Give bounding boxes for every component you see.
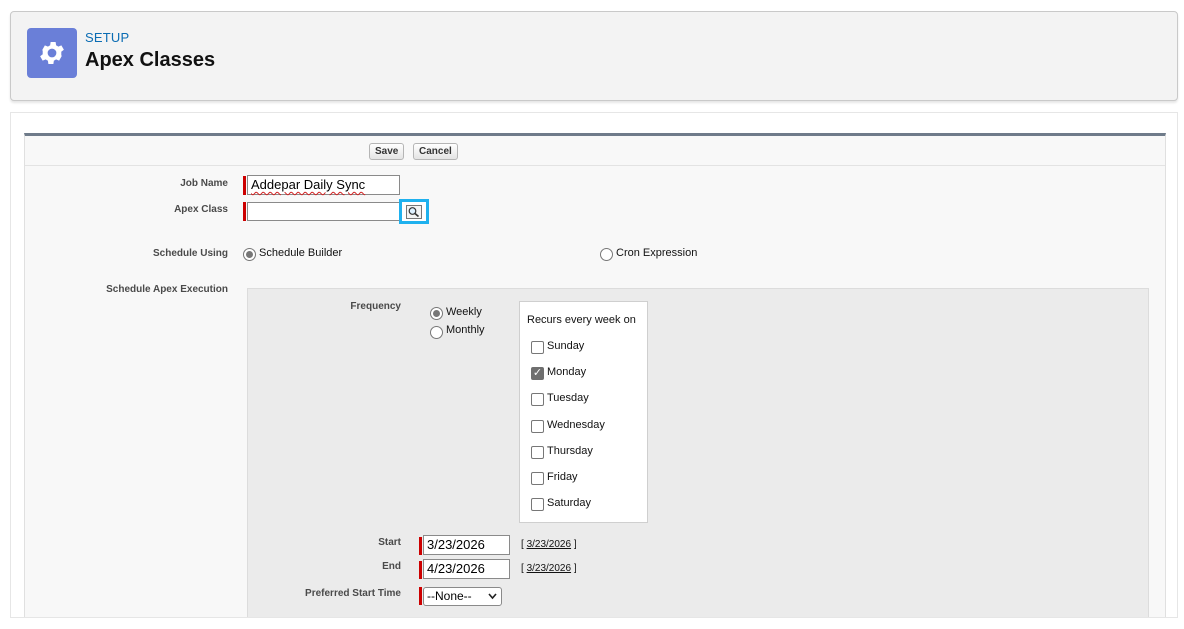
required-indicator [243, 176, 246, 195]
frequency-monthly-label: Monthly [446, 324, 485, 336]
cancel-button[interactable]: Cancel [413, 143, 458, 160]
checkbox-saturday[interactable] [531, 498, 544, 512]
checkbox-monday[interactable]: ✓ [531, 367, 544, 381]
weekday-label: Thursday [547, 444, 593, 457]
schedule-apex-label: Schedule Apex Execution [106, 284, 228, 295]
schedule-builder-radio[interactable] [243, 248, 256, 261]
start-label: Start [378, 537, 401, 548]
weekday-label: Tuesday [547, 392, 589, 405]
chevron-down-icon [488, 593, 497, 600]
recurs-weekly-box: Recurs every week on Sunday ✓ Monday Tuesda… [519, 301, 648, 523]
required-indicator [419, 587, 422, 605]
cron-expression-label: Cron Expression [616, 247, 698, 259]
button-bar: Save Cancel [25, 136, 1165, 166]
checkbox-friday[interactable] [531, 472, 544, 485]
frequency-weekly-label: Weekly [446, 306, 482, 318]
preferred-start-time-value: --None-- [427, 589, 472, 603]
end-today-date[interactable]: 3/23/2026 [527, 563, 572, 574]
start-date-input[interactable]: 3/23/2026 [423, 535, 510, 555]
checkbox-thursday[interactable] [531, 445, 544, 459]
end-label: End [382, 561, 401, 572]
frequency-label: Frequency [350, 301, 401, 312]
page-title: Apex Classes [85, 49, 216, 71]
apex-class-lookup-button[interactable] [399, 199, 429, 224]
weekday-label: Monday [547, 366, 587, 379]
save-button[interactable]: Save [369, 143, 405, 160]
cron-expression-radio[interactable] [600, 248, 613, 261]
schedule-builder-section: Frequency Weekly Monthly Recurs every we… [247, 288, 1149, 617]
schedule-form-panel: Save Cancel Job Name Addepar Daily Sync … [24, 133, 1166, 617]
checkbox-tuesday[interactable] [531, 393, 544, 407]
schedule-using-label: Schedule Using [152, 248, 228, 259]
frequency-weekly-radio[interactable] [430, 307, 443, 320]
weekday-label: Saturday [547, 497, 592, 510]
job-name-input[interactable]: Addepar Daily Sync [247, 175, 400, 195]
end-today-link[interactable]: [ 3/23/2026 ] [521, 563, 577, 574]
apex-class-input[interactable] [247, 202, 400, 221]
job-name-label: Job Name [180, 178, 228, 189]
start-today-date[interactable]: 3/23/2026 [527, 539, 572, 550]
required-indicator [243, 202, 246, 221]
recurs-title: Recurs every week on [527, 314, 636, 326]
apex-class-label: Apex Class [174, 204, 228, 215]
weekday-label: Friday [547, 471, 578, 483]
breadcrumb-setup[interactable]: SETUP [85, 30, 129, 45]
weekday-label: Sunday [547, 340, 585, 352]
preferred-start-time-select[interactable]: --None-- [423, 587, 502, 606]
required-indicator [419, 561, 422, 579]
schedule-builder-label: Schedule Builder [259, 247, 343, 259]
magnifier-icon [406, 204, 422, 219]
required-indicator [419, 537, 422, 555]
frequency-monthly-radio[interactable] [430, 326, 443, 339]
obscured-description [15, 113, 715, 117]
preferred-start-time-label: Preferred Start Time [305, 588, 401, 599]
weekday-label: Wednesday [547, 418, 605, 431]
job-name-value: Addepar Daily Sync [251, 177, 366, 192]
schedule-apex-page: Save Cancel Job Name Addepar Daily Sync … [10, 112, 1178, 618]
end-date-input[interactable]: 4/23/2026 [423, 559, 510, 579]
page-header: SETUP Apex Classes [10, 11, 1178, 101]
checkbox-sunday[interactable] [531, 341, 544, 354]
gear-icon [27, 28, 77, 78]
start-today-link[interactable]: [ 3/23/2026 ] [521, 539, 577, 550]
checkbox-wednesday[interactable] [531, 419, 544, 433]
